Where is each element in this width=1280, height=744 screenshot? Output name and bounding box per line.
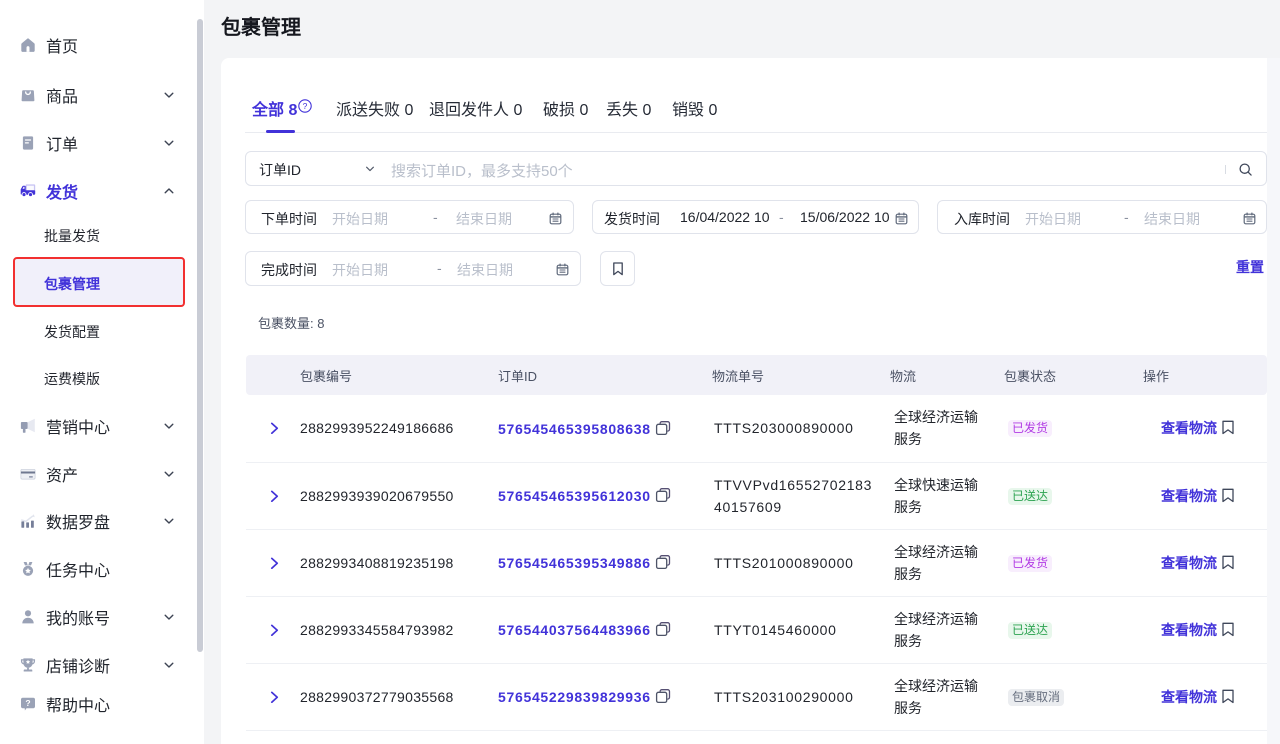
svg-text:?: ? [25,698,30,708]
svg-text:?: ? [303,101,308,111]
